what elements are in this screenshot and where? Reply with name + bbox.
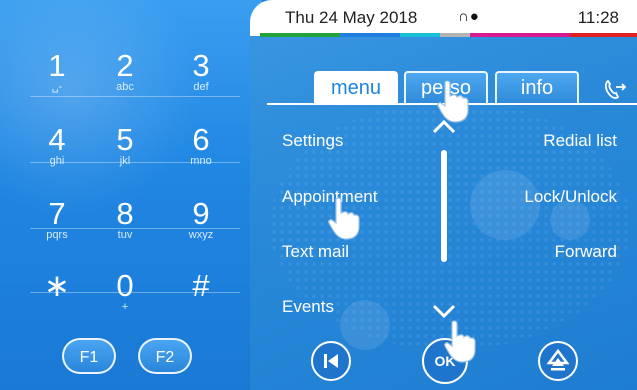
menu-item-forward[interactable]: Forward [555, 242, 617, 262]
tab-menu[interactable]: menu [314, 71, 398, 105]
key-digit: 8 [116, 196, 134, 231]
headset-clock-icon: ∩● [458, 8, 480, 25]
key-digit: 3 [192, 48, 210, 83]
pointing-hand-icon [324, 195, 364, 241]
status-color-bar [440, 33, 470, 37]
key-digit: 6 [192, 122, 210, 157]
home-up-icon [546, 348, 570, 371]
key-digit: 7 [48, 196, 66, 231]
key-hash[interactable]: # [166, 270, 236, 330]
key-3[interactable]: 3 def [166, 50, 236, 110]
pointing-hand-icon [440, 318, 480, 364]
f1-button[interactable]: F1 [62, 338, 116, 374]
f2-button[interactable]: F2 [138, 338, 192, 374]
status-color-bar [260, 33, 340, 37]
status-color-bar [470, 33, 570, 37]
key-7[interactable]: 7 pqrs [22, 198, 92, 258]
status-bar: Thu 24 May 2018 ∩● 11:28 [250, 0, 637, 36]
key-letters: mno [190, 155, 212, 167]
key-digit: 2 [116, 48, 134, 83]
key-digit: 0 [116, 268, 134, 303]
key-2[interactable]: 2 abc [90, 50, 160, 110]
phone-transfer-icon[interactable] [602, 77, 628, 101]
key-digit: ∗ [44, 268, 70, 303]
main-screen: Thu 24 May 2018 ∩● 11:28 menu perso info… [250, 0, 637, 390]
pointing-hand-icon [433, 78, 473, 124]
key-star[interactable]: ∗ [22, 270, 92, 330]
key-letters: def [193, 81, 209, 93]
key-digit: 4 [48, 122, 66, 157]
key-8[interactable]: 8 tuv [90, 198, 160, 258]
key-letters: wxyz [188, 229, 214, 241]
status-color-bar [570, 33, 637, 37]
key-4[interactable]: 4 ghi [22, 124, 92, 184]
key-digit: # [192, 268, 210, 303]
scrollbar[interactable] [441, 150, 447, 262]
key-1[interactable]: 1 ␣‑ [22, 50, 92, 110]
status-time: 11:28 [577, 8, 619, 27]
menu-item-redial-list[interactable]: Redial list [543, 131, 617, 151]
status-date: Thu 24 May 2018 [285, 8, 418, 27]
tab-info[interactable]: info [495, 71, 579, 105]
menu-item-events[interactable]: Events [282, 297, 334, 317]
key-letters: ␣‑ [51, 81, 63, 93]
key-letters: + [121, 301, 129, 313]
menu-item-text-mail[interactable]: Text mail [282, 242, 349, 262]
key-5[interactable]: 5 jkl [90, 124, 160, 184]
status-color-bar [400, 33, 440, 37]
menu-item-settings[interactable]: Settings [282, 131, 343, 151]
key-letters: ghi [49, 155, 65, 167]
key-0[interactable]: 0 + [90, 270, 160, 330]
home-button[interactable] [538, 341, 578, 381]
back-button[interactable] [311, 341, 351, 381]
key-digit: 9 [192, 196, 210, 231]
skip-back-icon [324, 354, 338, 368]
key-letters: pqrs [46, 229, 68, 241]
key-9[interactable]: 9 wxyz [166, 198, 236, 258]
menu-item-lock-unlock[interactable]: Lock/Unlock [524, 187, 617, 207]
key-letters: abc [116, 81, 134, 93]
key-digit: 5 [116, 122, 134, 157]
key-letters: tuv [117, 229, 133, 241]
key-6[interactable]: 6 mno [166, 124, 236, 184]
dial-keypad: 1 ␣‑ 2 abc 3 def 4 ghi 5 jkl 6 mno 7 pqrs 8 tuv … [0, 0, 262, 390]
key-digit: 1 [48, 48, 66, 83]
key-letters: jkl [119, 155, 131, 167]
